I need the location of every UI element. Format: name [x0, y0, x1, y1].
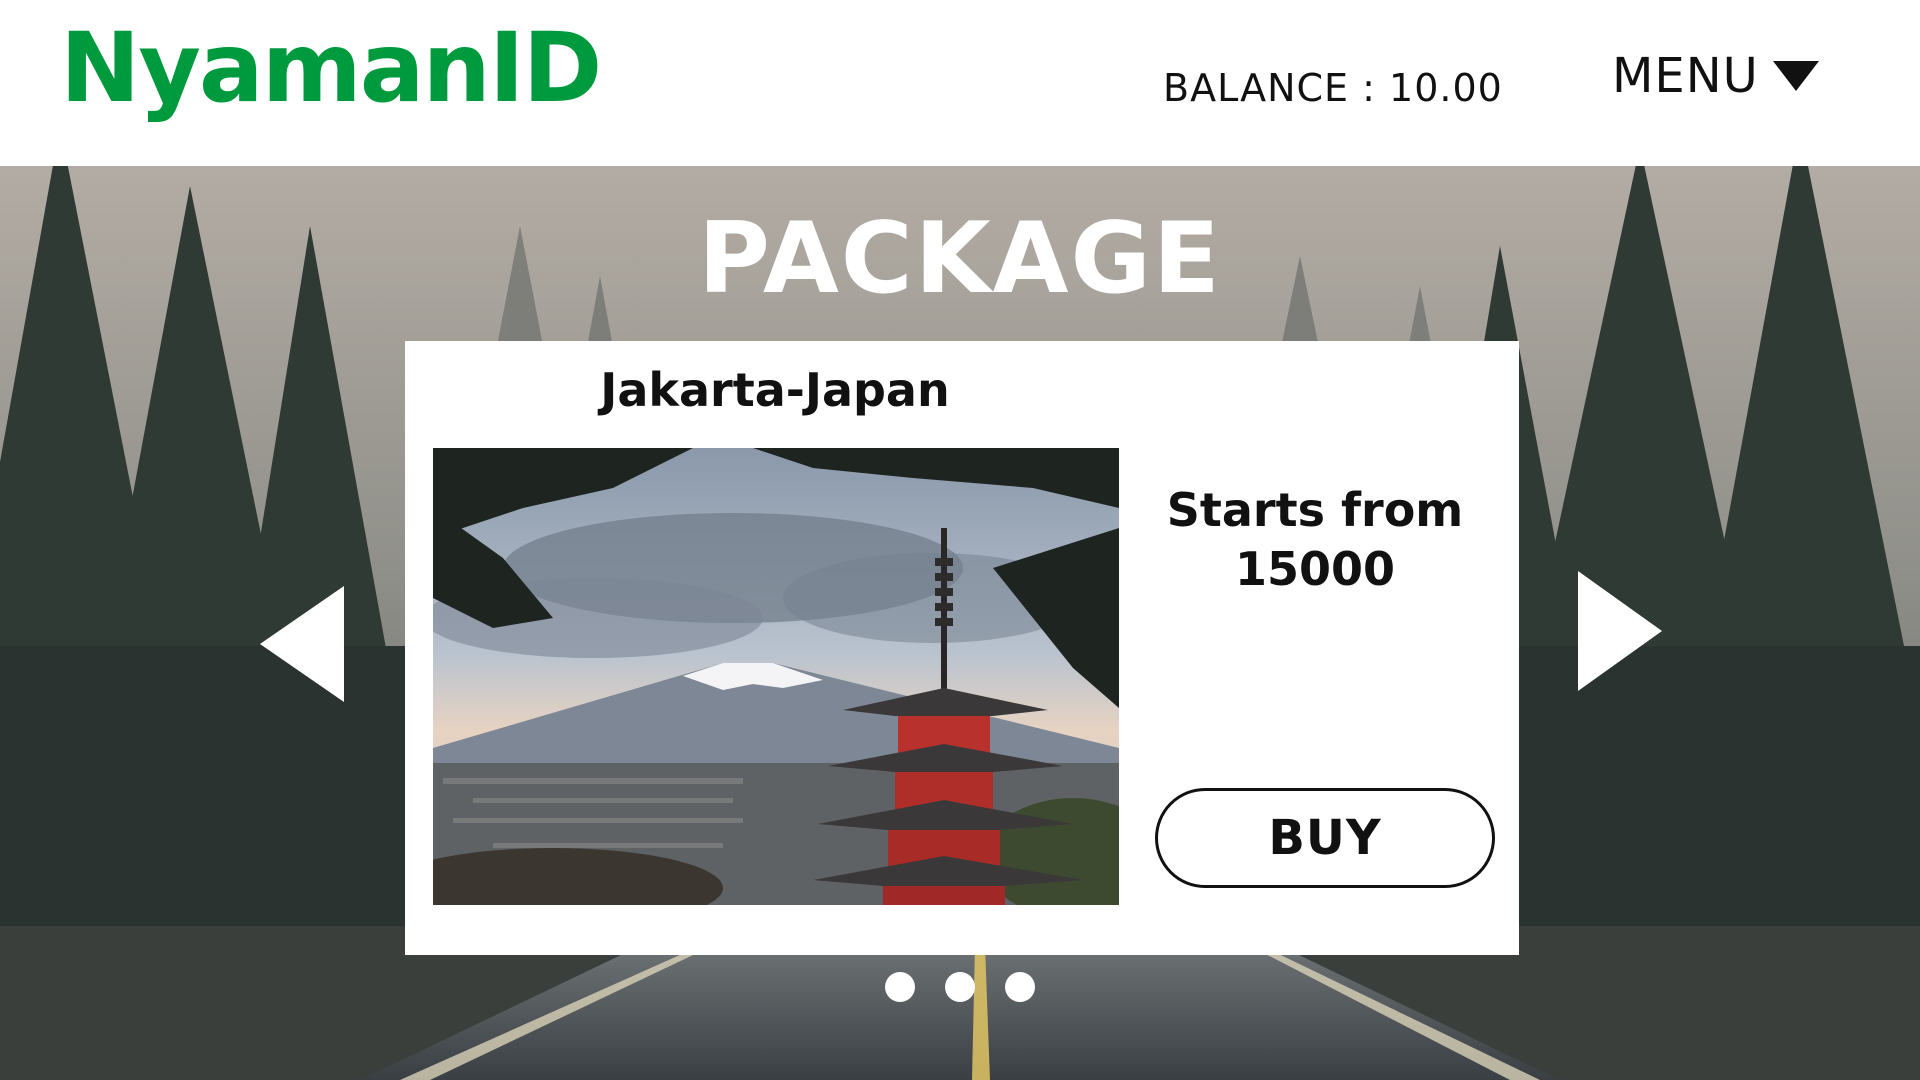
- package-price: Starts from 15000: [1150, 481, 1480, 599]
- menu-label: MENU: [1612, 48, 1759, 104]
- caret-down-icon: [1772, 61, 1819, 91]
- carousel-indicators: [885, 972, 1035, 1002]
- price-value: 15000: [1234, 541, 1396, 596]
- carousel-prev-button[interactable]: [260, 586, 346, 707]
- menu-dropdown[interactable]: MENU: [1612, 48, 1821, 104]
- page-title: PACKAGE: [698, 202, 1222, 316]
- brand-logo[interactable]: NyamanID: [60, 20, 602, 116]
- balance-display: BALANCE : 10.00: [1163, 66, 1503, 110]
- arrow-left-icon: [260, 586, 344, 702]
- carousel-next-button[interactable]: [1578, 571, 1664, 696]
- carousel-dot-1[interactable]: [885, 972, 915, 1002]
- top-header: NyamanID BALANCE : 10.00 MENU: [0, 0, 1920, 166]
- price-label: Starts from: [1166, 483, 1464, 537]
- package-card: Jakarta-Japan Starts from 15000 BUY: [405, 341, 1519, 955]
- package-title: Jakarta-Japan: [600, 363, 950, 417]
- arrow-right-icon: [1578, 571, 1662, 691]
- buy-button[interactable]: BUY: [1155, 788, 1495, 888]
- carousel-dot-2[interactable]: [945, 972, 975, 1002]
- mount-fuji-pagoda-image: [433, 448, 1119, 905]
- package-photo: [433, 448, 1119, 905]
- hero-section: PACKAGE Jakarta-Japan Starts from 15000 …: [0, 166, 1920, 1080]
- carousel-dot-3[interactable]: [1005, 972, 1035, 1002]
